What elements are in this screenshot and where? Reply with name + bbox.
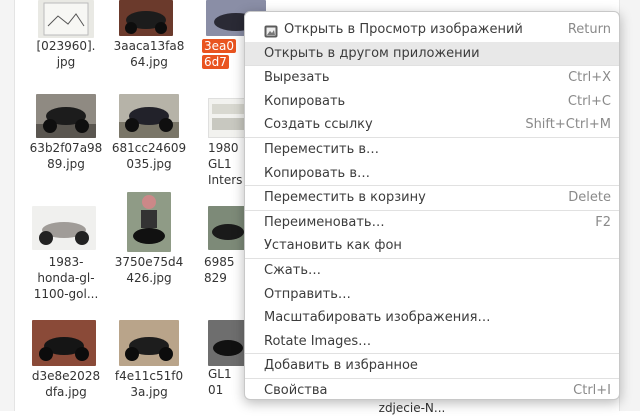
menu-item-open-with-other-app[interactable]: Открыть в другом приложении <box>245 41 619 66</box>
context-menu: Открыть в Просмотр изображений Return От… <box>244 11 620 400</box>
menu-item-rename[interactable]: Переименовать… F2 <box>245 211 619 235</box>
image-viewer-icon <box>264 23 278 38</box>
menu-item-rotate-images[interactable]: Rotate Images… <box>245 330 619 354</box>
menu-item-properties[interactable]: Свойства Ctrl+I <box>245 379 619 403</box>
menu-item-copy-to[interactable]: Копировать в… <box>245 162 619 186</box>
menu-item-set-as-wallpaper[interactable]: Установить как фон <box>245 234 619 258</box>
file-thumbnail <box>208 98 248 138</box>
menu-item-make-link[interactable]: Создать ссылку Shift+Ctrl+M <box>245 113 619 137</box>
file-thumbnail <box>38 0 94 38</box>
menu-item-move-to[interactable]: Переместить в… <box>245 138 619 162</box>
sidebar-edge <box>0 0 15 411</box>
menu-item-resize-images[interactable]: Масштабировать изображения… <box>245 306 619 330</box>
file-thumbnail <box>32 206 96 250</box>
menu-item-compress[interactable]: Сжать… <box>245 259 619 283</box>
file-thumbnail <box>208 206 248 250</box>
file-thumbnail <box>32 320 96 366</box>
menu-item-add-to-favorites[interactable]: Добавить в избранное <box>245 354 619 378</box>
menu-item-open-in-image-viewer[interactable]: Открыть в Просмотр изображений Return <box>245 18 619 42</box>
file-thumbnail <box>208 320 248 366</box>
file-thumbnail <box>36 94 96 138</box>
scrollbar-track[interactable] <box>619 0 640 411</box>
menu-item-cut[interactable]: Вырезать Ctrl+X <box>245 66 619 90</box>
file-thumbnail <box>127 192 171 252</box>
menu-item-send[interactable]: Отправить… <box>245 283 619 307</box>
file-thumbnail <box>119 0 173 36</box>
menu-item-copy[interactable]: Копировать Ctrl+C <box>245 90 619 114</box>
file-thumbnail <box>119 94 179 138</box>
file-thumbnail <box>119 320 179 366</box>
menu-item-move-to-trash[interactable]: Переместить в корзину Delete <box>245 186 619 210</box>
